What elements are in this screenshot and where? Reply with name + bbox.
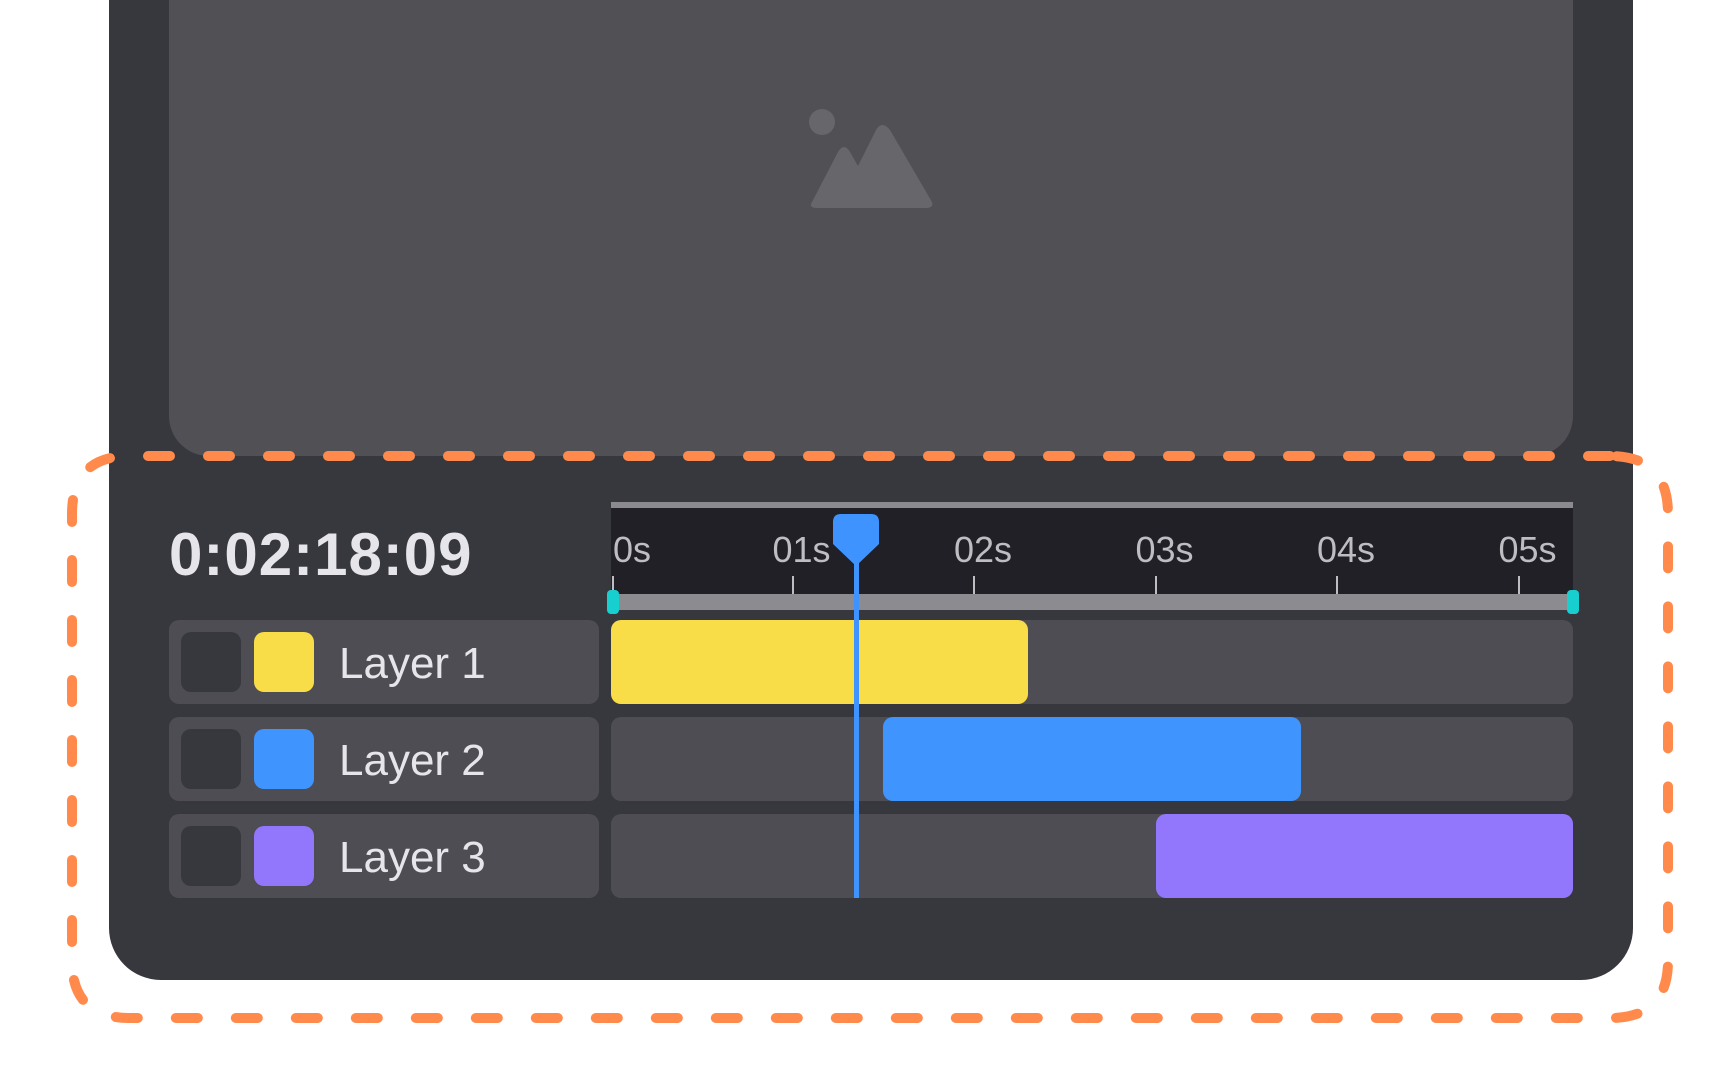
ruler-label: 05s [1498, 529, 1557, 570]
layer-header[interactable]: Layer 3 [169, 814, 599, 898]
layer-header[interactable]: Layer 2 [169, 717, 599, 801]
range-scrub-bar[interactable] [611, 594, 1573, 610]
layer-visibility-toggle[interactable] [181, 826, 241, 886]
playhead-line[interactable] [854, 540, 860, 898]
range-start-handle[interactable] [607, 590, 619, 614]
layer-visibility-toggle[interactable] [181, 729, 241, 789]
range-end-handle[interactable] [1566, 590, 1579, 614]
playhead-handle[interactable] [833, 514, 880, 568]
ruler-label: 0s [613, 529, 652, 570]
ruler-label: 04s [1317, 529, 1376, 570]
ruler-label: 02s [954, 529, 1013, 570]
image-placeholder-icon [809, 109, 933, 208]
layer-header[interactable]: Layer 1 [169, 620, 599, 704]
layer-track[interactable] [611, 620, 1573, 704]
layer-color-swatch[interactable] [254, 729, 314, 789]
layer-name: Layer 1 [339, 639, 486, 688]
layer-track[interactable] [611, 717, 1573, 801]
layer-clip[interactable] [1155, 814, 1573, 898]
time-ruler[interactable]: 0s 01s 02s 03s 04s 05s [611, 502, 1573, 594]
ruler-tick [1336, 576, 1338, 594]
ruler-tick [791, 576, 794, 594]
ruler-tick [1517, 576, 1520, 594]
layer-color-swatch[interactable] [254, 632, 314, 692]
preview-canvas[interactable] [169, 0, 1573, 456]
layer-color-swatch[interactable] [254, 826, 314, 886]
layer-name: Layer 2 [339, 736, 486, 785]
ruler-tick [1154, 576, 1157, 594]
ruler-label: 01s [772, 529, 831, 570]
layer-track[interactable] [611, 814, 1573, 898]
ruler-tick [973, 576, 975, 594]
editor-stage: 0:02:18:09 0s 01s 02s 03s 04s 05s Layer 1 Laye… [0, 0, 1728, 1080]
ruler-label: 03s [1135, 529, 1194, 570]
layer-clip[interactable] [611, 620, 1029, 704]
layer-clip[interactable] [883, 717, 1301, 801]
layer-visibility-toggle[interactable] [181, 632, 241, 692]
timecode-display: 0:02:18:09 [169, 521, 473, 588]
layer-name: Layer 3 [339, 833, 486, 882]
